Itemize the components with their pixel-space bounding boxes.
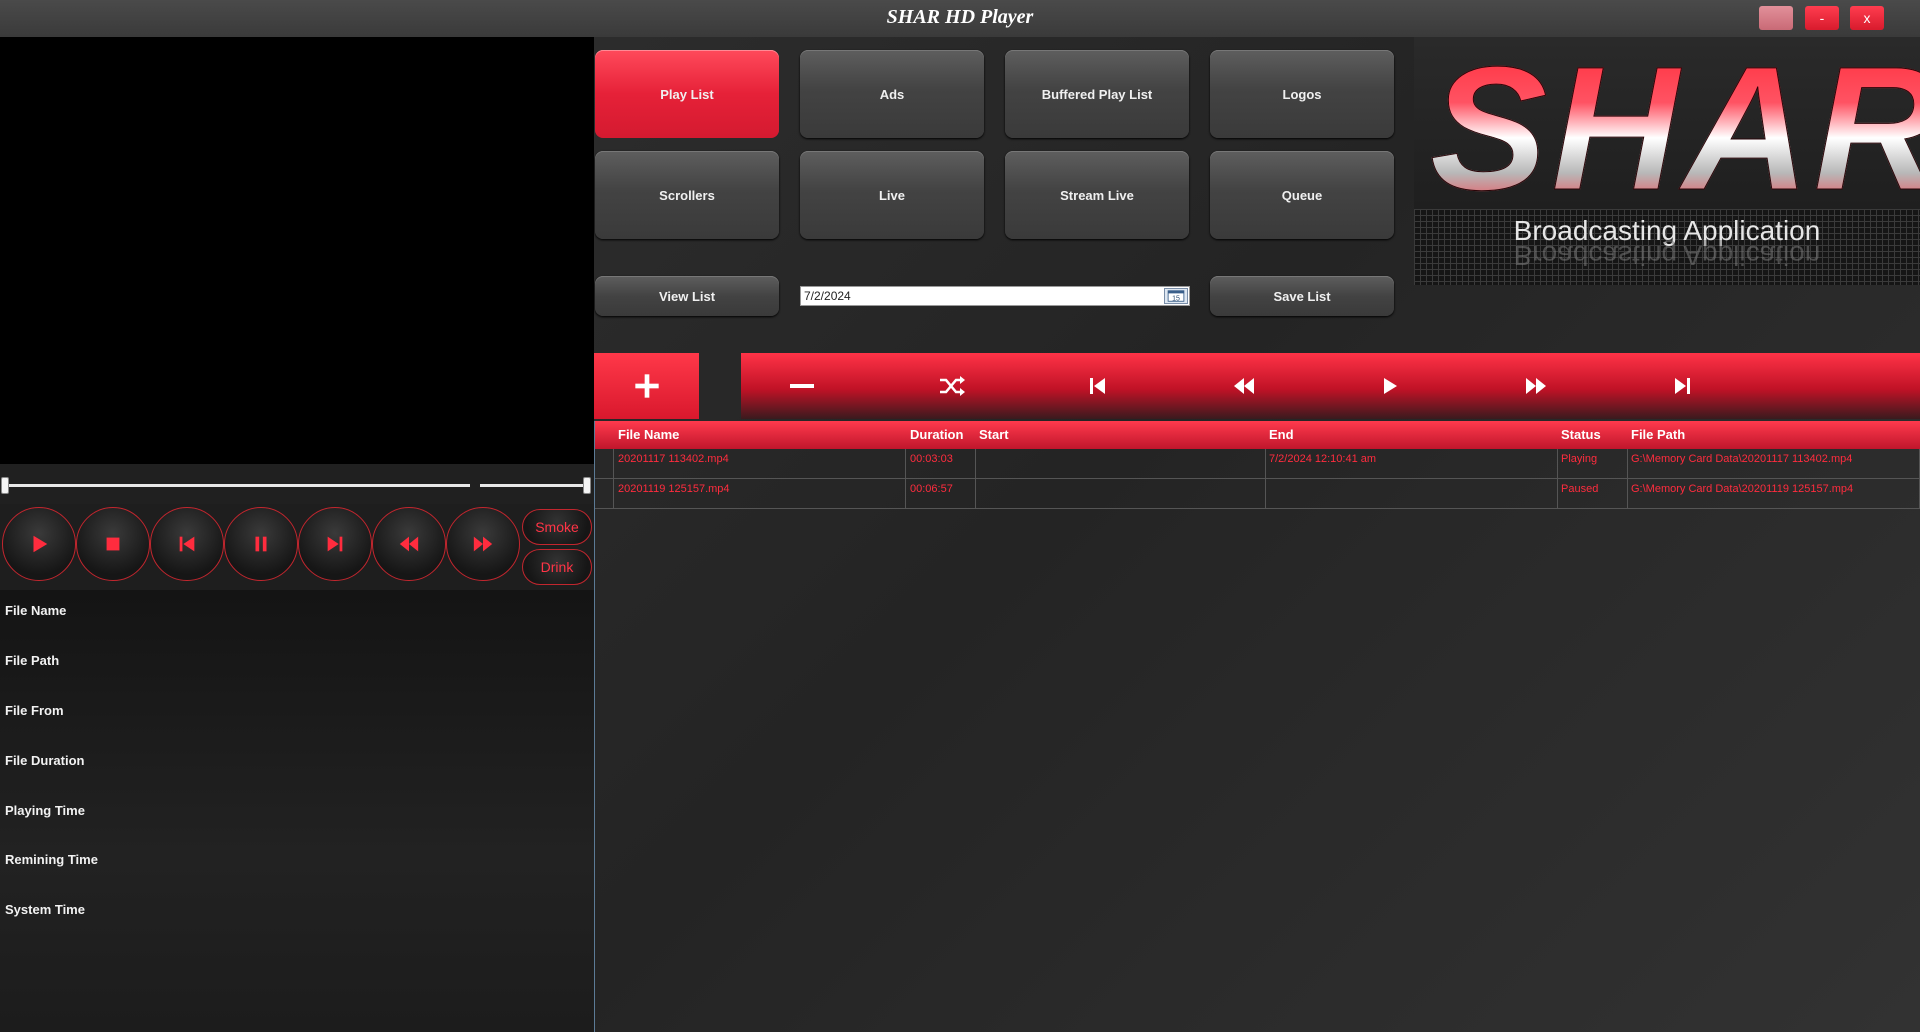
video-preview [0,37,594,464]
transport-controls: Smoke Drink [0,504,594,590]
cell-duration: 00:06:57 [910,483,953,495]
skip-end-icon [1675,378,1690,394]
playing-time-label: Playing Time [5,803,85,818]
file-duration-label: File Duration [5,753,85,768]
column-header-start[interactable]: Start [979,427,1009,442]
pause-icon [255,536,267,552]
shuffle-icon [940,376,965,396]
drink-button[interactable]: Drink [522,549,592,585]
cell-status: Playing [1561,453,1598,465]
rewind-icon [399,536,419,552]
close-button[interactable]: x [1850,6,1884,30]
plus-icon [634,374,659,398]
cell-status: Paused [1561,483,1599,495]
grid-header: File Name Duration Start End Status File… [594,421,1920,449]
seek-slider-track[interactable] [4,484,470,487]
minus-icon [790,384,814,388]
cell-end: 7/2/2024 12:10:41 am [1269,453,1377,465]
skip-end-button[interactable] [1667,373,1697,399]
skip-end-icon [327,536,343,552]
window-title: SHAR HD Player [886,6,1034,28]
file-name-label: File Name [5,603,67,618]
logo-wordmark: SHAR [1430,41,1920,218]
file-info-panel: File Name File Path File From File Durat… [0,590,594,1032]
nav-queue-button[interactable]: Queue [1210,151,1394,239]
cell-file-path: G:\Memory Card Data\20201119 125157.mp4 [1631,483,1854,495]
fast-forward-button[interactable] [1521,373,1551,399]
title-bar: SHAR HD Player - x [0,0,1920,37]
nav-scrollers-button[interactable]: Scrollers [595,151,779,239]
date-input[interactable] [802,288,1162,304]
column-header-file-path[interactable]: File Path [1631,427,1685,442]
column-header-status[interactable]: Status [1561,427,1601,442]
svg-text:15: 15 [1172,295,1180,302]
play-icon [33,535,48,553]
play-button[interactable] [1375,373,1405,399]
remove-button[interactable] [787,373,817,399]
rewind-button[interactable] [1229,373,1259,399]
column-header-file-name[interactable]: File Name [618,427,679,442]
calendar-icon[interactable]: 15 [1164,288,1188,304]
remaining-time-label: Remining Time [5,852,98,867]
table-row[interactable]: 20201117 113402.mp4 00:03:03 7/2/2024 12… [594,449,1920,479]
play-button[interactable] [2,507,76,581]
nav-play-list-button[interactable]: Play List [595,50,779,138]
seek-bar-area [0,464,594,504]
file-from-label: File From [5,703,64,718]
app-window: SHAR HD Player - x Smoke Drink File Name… [0,0,1920,1032]
playlist-toolbar: ... [594,353,1920,419]
table-row[interactable]: 20201119 125157.mp4 00:06:57 Paused G:\M… [594,479,1920,509]
panel-divider [594,421,595,1032]
view-list-button[interactable]: View List [595,276,779,316]
nav-live-button[interactable]: Live [800,151,984,239]
stop-button[interactable] [76,507,150,581]
skip-start-icon [1090,378,1105,394]
nav-buffered-play-list-button[interactable]: Buffered Play List [1005,50,1189,138]
rewind-icon [1234,378,1254,394]
cell-file-name: 20201117 113402.mp4 [618,453,729,465]
save-list-button[interactable]: Save List [1210,276,1394,316]
toolbar-strip: ... [741,353,1920,419]
volume-slider-track[interactable] [480,484,590,487]
nav-ads-button[interactable]: Ads [800,50,984,138]
fast-forward-button[interactable] [446,507,520,581]
add-button[interactable] [594,353,699,419]
fast-forward-icon [473,536,493,552]
skip-start-button[interactable] [1083,373,1113,399]
shar-logo: SHAR Broadcasting Application Broadcasti… [1414,37,1920,285]
logo-subtitle-reflection: Broadcasting Application [1513,240,1821,271]
cell-file-path: G:\Memory Card Data\20201117 113402.mp4 [1631,453,1853,465]
next-button[interactable] [298,507,372,581]
seek-slider-thumb[interactable] [1,477,9,494]
column-header-end[interactable]: End [1269,427,1294,442]
volume-slider-thumb[interactable] [583,477,591,494]
pause-button[interactable] [224,507,298,581]
nav-stream-live-button[interactable]: Stream Live [1005,151,1189,239]
column-header-duration[interactable]: Duration [910,427,963,442]
playlist-grid: File Name Duration Start End Status File… [594,421,1920,509]
stop-icon [106,537,120,551]
minimize-button[interactable]: - [1805,6,1839,30]
fast-forward-icon [1526,378,1546,394]
previous-button[interactable] [150,507,224,581]
skip-start-icon [179,536,195,552]
system-time-label: System Time [5,902,85,917]
nav-logos-button[interactable]: Logos [1210,50,1394,138]
cell-file-name: 20201119 125157.mp4 [618,483,730,495]
shuffle-button[interactable] [937,373,967,399]
date-field: 15 [800,286,1190,306]
smoke-button[interactable]: Smoke [522,509,592,545]
cell-duration: 00:03:03 [910,453,953,465]
play-icon [1384,378,1397,394]
rewind-button[interactable] [372,507,446,581]
file-path-label: File Path [5,653,60,668]
restore-button[interactable] [1759,6,1793,30]
